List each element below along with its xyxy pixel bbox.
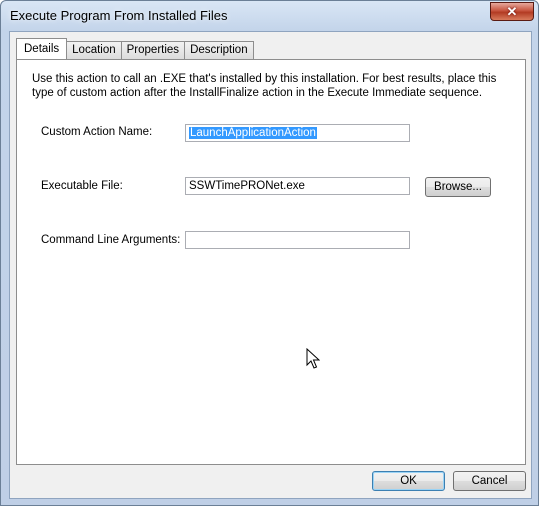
details-panel: Use this action to call an .EXE that's i… xyxy=(16,59,526,465)
ok-button[interactable]: OK xyxy=(372,471,445,491)
executable-file-value: SSWTimePRONet.exe xyxy=(189,180,305,192)
browse-button[interactable]: Browse... xyxy=(425,177,491,197)
custom-action-name-field[interactable]: LaunchApplicationAction xyxy=(185,124,410,142)
command-line-arguments-label: Command Line Arguments: xyxy=(41,234,181,246)
mouse-pointer-icon xyxy=(306,348,320,369)
window-title: Execute Program From Installed Files xyxy=(10,8,228,23)
tab-strip: Details Location Properties Description xyxy=(16,38,254,60)
executable-file-field[interactable]: SSWTimePRONet.exe xyxy=(185,177,410,195)
custom-action-name-value: LaunchApplicationAction xyxy=(189,127,317,139)
close-button[interactable]: ✕ xyxy=(490,2,534,21)
cancel-button[interactable]: Cancel xyxy=(453,471,526,491)
tab-details[interactable]: Details xyxy=(16,38,68,59)
dialog-client-area: Details Location Properties Description … xyxy=(9,31,532,499)
tab-description[interactable]: Description xyxy=(185,41,254,59)
close-icon: ✕ xyxy=(506,4,518,19)
tab-location[interactable]: Location xyxy=(67,41,122,59)
command-line-arguments-field[interactable] xyxy=(185,231,410,249)
action-description: Use this action to call an .EXE that's i… xyxy=(32,73,497,99)
dialog-window: Execute Program From Installed Files ✕ D… xyxy=(0,0,539,506)
title-bar[interactable]: Execute Program From Installed Files ✕ xyxy=(1,1,538,29)
executable-file-label: Executable File: xyxy=(41,180,123,192)
tab-properties[interactable]: Properties xyxy=(121,41,186,59)
custom-action-name-label: Custom Action Name: xyxy=(41,126,153,138)
